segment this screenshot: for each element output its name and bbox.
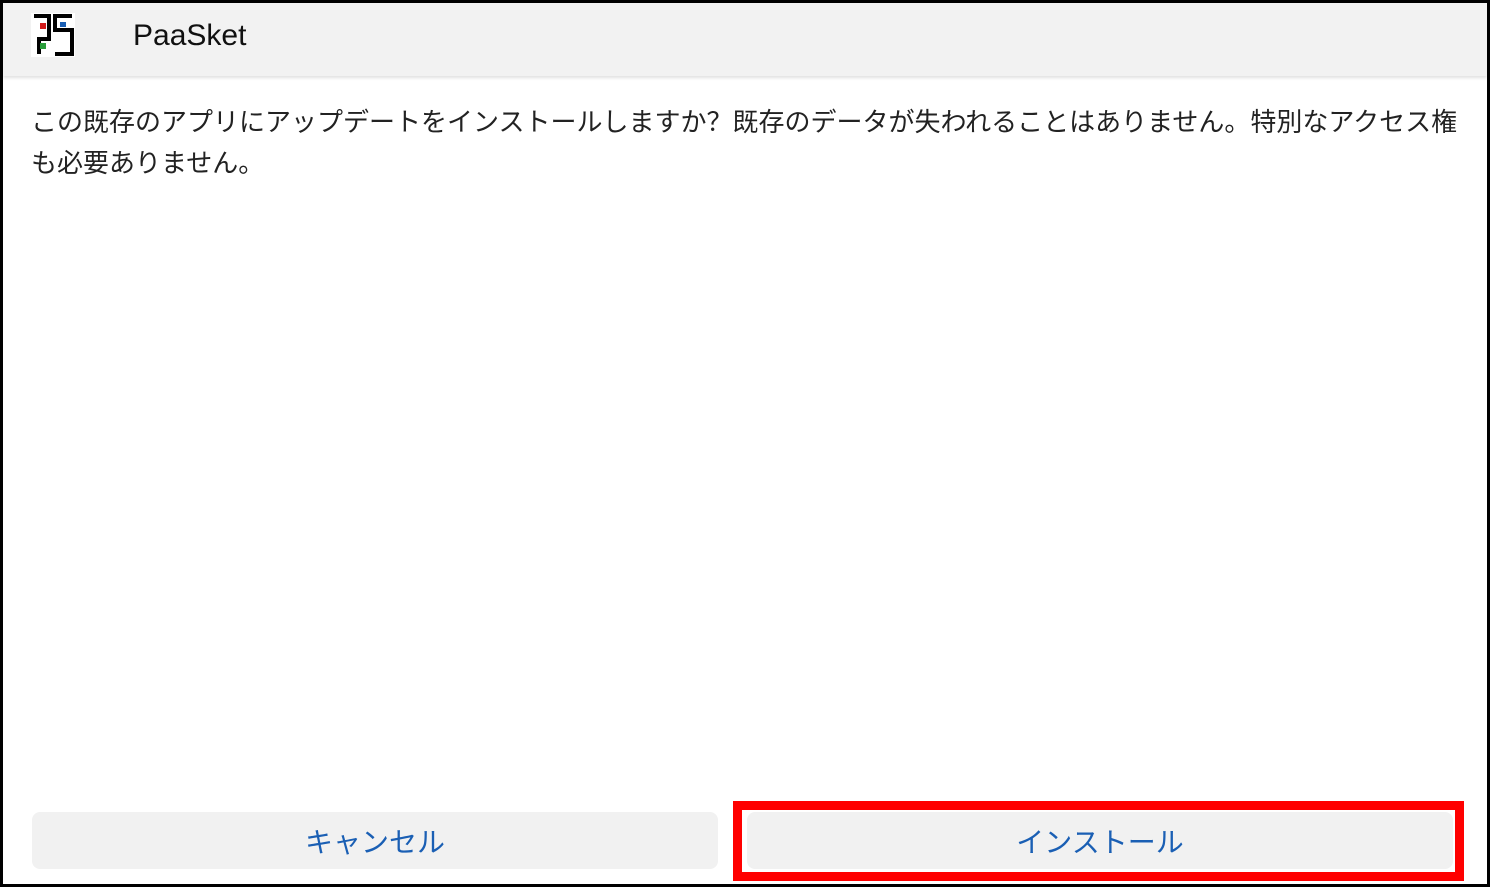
app-title: PaaSket (133, 19, 247, 52)
app-header: PaaSket (3, 3, 1487, 76)
install-message: この既存のアプリにアップデートをインストールしますか？既存のデータが失われること… (31, 108, 1458, 179)
cancel-button[interactable]: キャンセル (32, 812, 718, 869)
install-dialog-screen: PaaSket この既存のアプリにアップデートをインストールしますか？既存のデー… (3, 3, 1487, 884)
paasket-logo-icon (31, 13, 75, 57)
install-button[interactable]: インストール (747, 812, 1453, 869)
